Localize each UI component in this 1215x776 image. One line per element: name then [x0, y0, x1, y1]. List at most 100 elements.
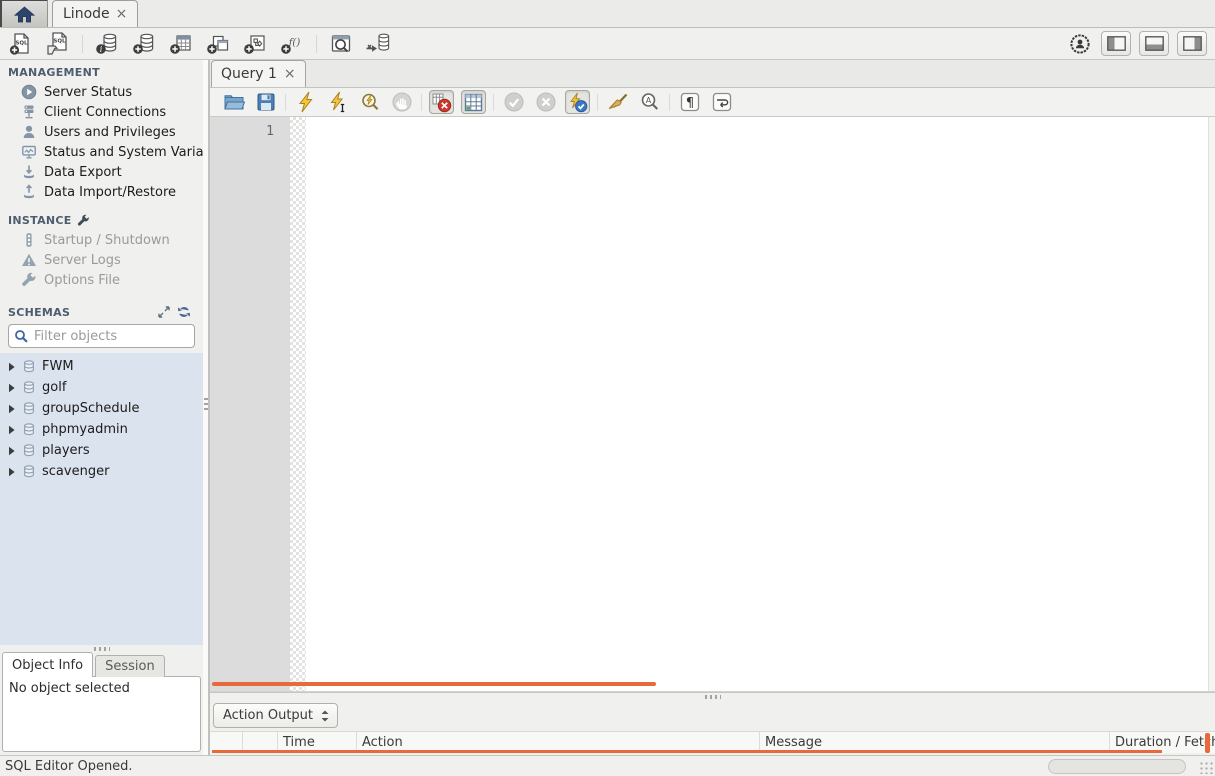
sql-editor-toolbar: A ¶: [210, 88, 1215, 117]
schema-icon: [22, 401, 36, 416]
editor-text-area[interactable]: [306, 117, 1208, 691]
sidebar-item-server-logs[interactable]: Server Logs: [0, 250, 203, 270]
tab-object-info[interactable]: Object Info: [2, 652, 94, 677]
explain-plan-button[interactable]: [357, 90, 382, 114]
stop-query-button[interactable]: [389, 90, 414, 114]
execute-button[interactable]: [293, 90, 318, 114]
open-script-button[interactable]: [221, 90, 246, 114]
schema-row-fwm[interactable]: FWM: [0, 356, 203, 377]
expand-arrow-icon[interactable]: [8, 404, 16, 414]
schema-row-phpmyadmin[interactable]: phpmyadmin: [0, 419, 203, 440]
output-view-selector[interactable]: Action Output: [213, 703, 338, 728]
instance-section-title: INSTANCE: [0, 208, 203, 230]
sidebar-splitter[interactable]: [203, 60, 210, 755]
find-button[interactable]: A: [637, 90, 662, 114]
toggle-word-wrap-button[interactable]: [709, 90, 734, 114]
output-panel: Action Output Time Action Message Durati…: [210, 700, 1215, 755]
create-schema-button[interactable]: [131, 31, 157, 57]
create-stored-procedure-button[interactable]: [242, 31, 268, 57]
sidebar-item-server-status[interactable]: Server Status: [0, 82, 203, 102]
create-schema-icon: [132, 32, 156, 56]
panel-splitter[interactable]: [0, 645, 203, 652]
expand-arrow-icon[interactable]: [8, 446, 16, 456]
wrap-return-icon: [711, 91, 733, 113]
expand-panel-icon[interactable]: [158, 306, 170, 318]
toggle-output-area-button[interactable]: [1139, 31, 1169, 56]
broom-icon: [606, 91, 629, 113]
query-tab[interactable]: Query 1 ×: [211, 60, 306, 87]
create-function-icon: f(): [280, 32, 304, 56]
toggle-sidebar-button[interactable]: [1101, 31, 1131, 56]
editor-horizontal-scrollbar-thumb[interactable]: [212, 682, 656, 686]
sidebar-item-status-system-variables[interactable]: Status and System Variables: [0, 142, 203, 162]
rollback-button[interactable]: [533, 90, 558, 114]
info-panel-tabs: Object Info Session: [0, 652, 203, 677]
schema-filter-input[interactable]: [34, 328, 189, 344]
toolbar-right-group: [1067, 31, 1207, 57]
server-status-icon: [21, 84, 37, 100]
toggle-secondary-sidebar-button[interactable]: [1177, 31, 1207, 56]
pilcrow-icon: ¶: [679, 91, 701, 113]
schema-row-golf[interactable]: golf: [0, 377, 203, 398]
toolbar-separator: [316, 34, 317, 53]
expand-arrow-icon[interactable]: [8, 383, 16, 393]
schema-row-groupschedule[interactable]: groupSchedule: [0, 398, 203, 419]
sidebar-item-users-privileges[interactable]: Users and Privileges: [0, 122, 203, 142]
toggle-stop-on-error-button[interactable]: [429, 90, 454, 114]
create-view-button[interactable]: [205, 31, 231, 57]
save-script-button[interactable]: [253, 90, 278, 114]
commit-check-icon: [503, 91, 525, 113]
show-inspector-button[interactable]: i: [94, 31, 120, 57]
sidebar: MANAGEMENT Server Status Client Connecti…: [0, 60, 203, 755]
execute-current-statement-button[interactable]: [325, 90, 350, 114]
sidebar-item-label: Data Export: [44, 164, 122, 180]
window-resize-grip-icon[interactable]: [1199, 761, 1213, 774]
sql-editor[interactable]: 1: [210, 117, 1215, 692]
toolbar-separator: [597, 93, 598, 111]
close-icon[interactable]: ×: [284, 67, 296, 81]
home-tab[interactable]: [0, 0, 48, 27]
limit-rows-button[interactable]: [461, 90, 486, 114]
client-connections-icon: [21, 104, 37, 120]
beautify-script-button[interactable]: [605, 90, 630, 114]
sidebar-item-data-export[interactable]: Data Export: [0, 162, 203, 182]
output-scrollbar-thumb-horizontal[interactable]: [212, 750, 1162, 753]
sidebar-item-label: Status and System Variables: [44, 144, 203, 160]
query-tab-bar: Query 1 ×: [210, 60, 1215, 88]
commit-button[interactable]: [501, 90, 526, 114]
mysql-workbench-window: Linode × SQL SQL i f() MANAGEMENT Server…: [0, 0, 1215, 776]
sidebar-item-label: Startup / Shutdown: [44, 232, 170, 248]
schema-row-scavenger[interactable]: scavenger: [0, 461, 203, 482]
create-view-icon: [206, 32, 230, 56]
expand-arrow-icon[interactable]: [8, 362, 16, 372]
create-function-button[interactable]: f(): [279, 31, 305, 57]
schema-name: groupSchedule: [42, 401, 140, 416]
refresh-schemas-icon[interactable]: [177, 305, 191, 319]
schema-row-players[interactable]: players: [0, 440, 203, 461]
search-table-data-button[interactable]: [328, 31, 354, 57]
expand-arrow-icon[interactable]: [8, 467, 16, 477]
close-icon[interactable]: ×: [116, 7, 128, 21]
editor-vertical-scrollbar[interactable]: [1208, 117, 1215, 691]
expand-arrow-icon[interactable]: [8, 425, 16, 435]
sidebar-item-options-file[interactable]: Options File: [0, 270, 203, 290]
toggle-autocommit-button[interactable]: [565, 90, 590, 114]
connection-tab[interactable]: Linode ×: [52, 0, 139, 27]
schema-name: FWM: [42, 359, 74, 374]
schema-icon: [22, 443, 36, 458]
output-scrollbar-thumb-vertical[interactable]: [1205, 733, 1210, 753]
user-account-button[interactable]: [1067, 31, 1093, 57]
toggle-invisible-characters-button[interactable]: ¶: [677, 90, 702, 114]
reconnect-dbms-button[interactable]: [365, 31, 391, 57]
open-sql-script-button[interactable]: SQL: [45, 31, 71, 57]
new-sql-tab-button[interactable]: SQL: [8, 31, 34, 57]
tab-session[interactable]: Session: [95, 655, 165, 677]
spinner-arrows-icon: [320, 709, 330, 723]
create-table-button[interactable]: [168, 31, 194, 57]
sidebar-item-startup-shutdown[interactable]: Startup / Shutdown: [0, 230, 203, 250]
data-export-icon: [21, 164, 37, 180]
sidebar-item-label: Data Import/Restore: [44, 184, 177, 200]
output-splitter[interactable]: [210, 692, 1215, 700]
sidebar-item-client-connections[interactable]: Client Connections: [0, 102, 203, 122]
sidebar-item-data-import[interactable]: Data Import/Restore: [0, 182, 203, 202]
